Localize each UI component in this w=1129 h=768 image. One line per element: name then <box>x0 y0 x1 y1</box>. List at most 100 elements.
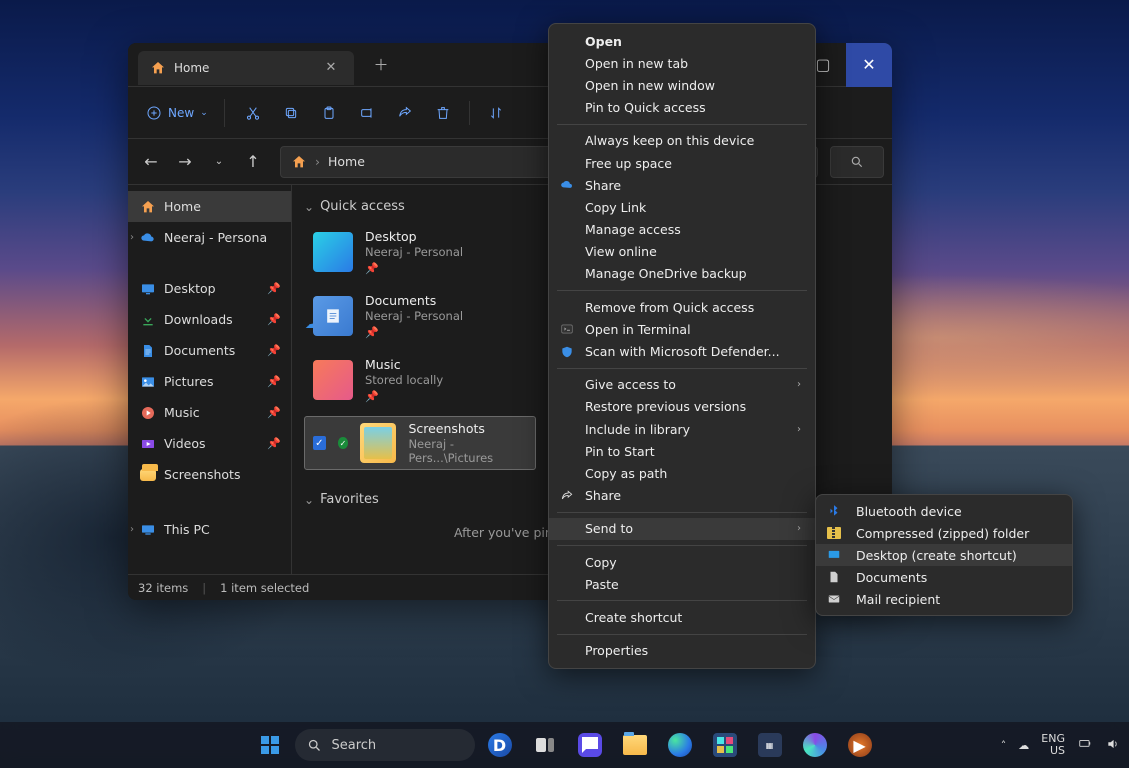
paste-button[interactable] <box>313 99 345 127</box>
pin-icon: 📌 <box>267 313 281 326</box>
nav-item-label: Desktop <box>164 281 216 296</box>
nav-item-label: Pictures <box>164 374 214 389</box>
quick-access-item-screenshots[interactable]: ✓✓ScreenshotsNeeraj - Pers...\Pictures <box>304 416 536 470</box>
desktop-icon <box>140 281 156 297</box>
menu-item-label: Restore previous versions <box>585 399 746 414</box>
submenu-item-compressed-zipped-folder[interactable]: Compressed (zipped) folder <box>816 522 1072 544</box>
menu-item-open-in-new-tab[interactable]: Open in new tab <box>549 52 815 74</box>
nav-item-pictures[interactable]: Pictures 📌 <box>128 366 291 397</box>
copy-button[interactable] <box>275 99 307 127</box>
plus-circle-icon <box>146 105 162 121</box>
menu-item-open[interactable]: Open <box>549 30 815 52</box>
bluetooth-icon <box>826 503 842 519</box>
nav-item-desktop[interactable]: Desktop📌 <box>128 273 291 304</box>
mail-icon <box>826 591 842 607</box>
quick-access-item-music[interactable]: MusicStored locally📌 <box>304 352 536 408</box>
recent-dropdown[interactable]: ⌄ <box>204 147 234 177</box>
menu-item-properties[interactable]: Properties <box>549 640 815 662</box>
menu-item-manage-onedrive-backup[interactable]: Manage OneDrive backup <box>549 263 815 285</box>
back-button[interactable]: ← <box>136 147 166 177</box>
forward-button[interactable]: → <box>170 147 200 177</box>
menu-item-include-in-library[interactable]: Include in library› <box>549 418 815 440</box>
close-window-button[interactable]: ✕ <box>846 43 892 87</box>
up-button[interactable]: ↑ <box>238 147 268 177</box>
menu-item-copy-link[interactable]: Copy Link <box>549 196 815 218</box>
new-button[interactable]: New ⌄ <box>138 99 225 127</box>
menu-item-free-up-space[interactable]: Free up space <box>549 152 815 174</box>
search-box[interactable] <box>830 146 884 178</box>
onedrive-tray-icon[interactable]: ☁ <box>1018 739 1029 752</box>
menu-item-view-online[interactable]: View online <box>549 241 815 263</box>
submenu-item-documents[interactable]: Documents <box>816 566 1072 588</box>
menu-item-pin-to-start[interactable]: Pin to Start <box>549 440 815 462</box>
tray-overflow[interactable]: ˄ <box>1001 739 1007 752</box>
menu-item-create-shortcut[interactable]: Create shortcut <box>549 606 815 628</box>
nav-item-videos[interactable]: Videos📌 <box>128 428 291 459</box>
delete-button[interactable] <box>427 99 459 127</box>
menu-item-manage-access[interactable]: Manage access <box>549 219 815 241</box>
menu-item-copy[interactable]: Copy <box>549 551 815 573</box>
cut-button[interactable] <box>237 99 269 127</box>
lang-bottom: US <box>1041 745 1065 757</box>
menu-item-send-to[interactable]: Send to› <box>549 518 815 540</box>
quick-access-item-documents[interactable]: ☁DocumentsNeeraj - Personal📌 <box>304 288 536 344</box>
nav-item-neeraj-persona[interactable]: ›Neeraj - Persona <box>128 222 291 253</box>
nav-item-downloads[interactable]: Downloads📌 <box>128 304 291 335</box>
menu-item-label: Remove from Quick access <box>585 300 754 315</box>
taskbar-explorer[interactable] <box>615 725 655 765</box>
nav-item-home[interactable]: Home <box>128 191 291 222</box>
menu-item-restore-previous-versions[interactable]: Restore previous versions <box>549 396 815 418</box>
sort-icon <box>488 105 504 121</box>
quick-access-label: Quick access <box>320 199 405 214</box>
status-item-count: 32 items <box>138 581 188 595</box>
submenu-item-mail-recipient[interactable]: Mail recipient <box>816 588 1072 610</box>
tab-home[interactable]: Home ✕ <box>138 51 354 85</box>
context-menu: OpenOpen in new tab Open in new window Pin… <box>548 23 816 669</box>
copilot-icon: D <box>488 733 512 757</box>
menu-item-always-keep-on-this-device[interactable]: Always keep on this device <box>549 130 815 152</box>
volume-tray-icon[interactable] <box>1105 737 1121 754</box>
tab-label: Home <box>174 61 209 75</box>
menu-item-paste[interactable]: Paste <box>549 573 815 595</box>
taskbar-search[interactable]: Search <box>295 729 475 761</box>
share-button[interactable] <box>389 99 421 127</box>
nav-item-this-pc[interactable]: ›This PC <box>128 514 291 545</box>
nav-item-music[interactable]: Music📌 <box>128 397 291 428</box>
rename-icon <box>359 105 375 121</box>
tab-close-button[interactable]: ✕ <box>318 55 344 81</box>
submenu-item-desktop-create-shortcut[interactable]: Desktop (create shortcut) <box>816 544 1072 566</box>
menu-item-pin-to-quick-access[interactable]: Pin to Quick access <box>549 97 815 119</box>
menu-item-share[interactable]: Share <box>549 485 815 507</box>
menu-item-share[interactable]: Share <box>549 174 815 196</box>
nav-item-documents[interactable]: Documents📌 <box>128 335 291 366</box>
network-tray-icon[interactable] <box>1077 737 1093 754</box>
menu-item-label: Open in new window <box>585 78 715 93</box>
checkbox-icon[interactable]: ✓ <box>313 436 326 450</box>
sort-button[interactable] <box>480 99 512 127</box>
menu-item-label: Manage OneDrive backup <box>585 266 747 281</box>
start-button[interactable] <box>250 725 290 765</box>
share-icon <box>397 105 413 121</box>
menu-item-remove-from-quick-access[interactable]: Remove from Quick access <box>549 296 815 318</box>
taskbar-copilot[interactable]: D <box>480 725 520 765</box>
language-indicator[interactable]: ENG US <box>1041 733 1065 757</box>
nav-item-screenshots[interactable]: Screenshots <box>128 459 291 490</box>
taskbar-calculator[interactable]: ▦ <box>750 725 790 765</box>
menu-item-open-in-terminal[interactable]: Open in Terminal <box>549 318 815 340</box>
taskbar-store[interactable] <box>705 725 745 765</box>
quick-access-item-desktop[interactable]: DesktopNeeraj - Personal📌 <box>304 224 536 280</box>
taskbar-app-1[interactable] <box>795 725 835 765</box>
new-tab-button[interactable]: ＋ <box>368 52 394 78</box>
menu-item-open-in-new-window[interactable]: Open in new window <box>549 74 815 96</box>
onedrive-share-icon <box>559 177 575 193</box>
pin-icon: 📌 <box>267 375 281 388</box>
taskbar-taskview[interactable] <box>525 725 565 765</box>
submenu-item-bluetooth-device[interactable]: Bluetooth device <box>816 500 1072 522</box>
taskbar-chat[interactable] <box>570 725 610 765</box>
taskbar-edge[interactable] <box>660 725 700 765</box>
taskbar-media[interactable]: ▶ <box>840 725 880 765</box>
rename-button[interactable] <box>351 99 383 127</box>
menu-item-copy-as-path[interactable]: Copy as path <box>549 462 815 484</box>
menu-item-scan-with-microsoft-defender[interactable]: Scan with Microsoft Defender... <box>549 340 815 362</box>
menu-item-give-access-to[interactable]: Give access to› <box>549 374 815 396</box>
